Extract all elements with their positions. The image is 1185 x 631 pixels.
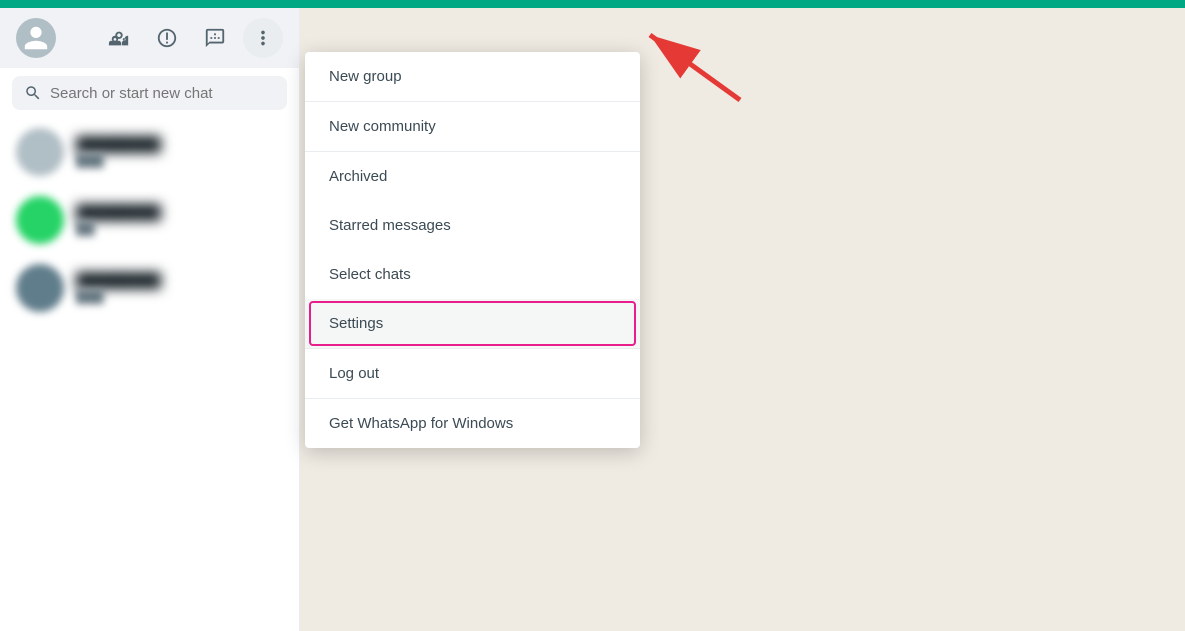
chat-name: ████████ <box>76 272 283 289</box>
top-bar <box>0 0 1185 8</box>
chat-list: ████████ ███ ████████ ██ ████████ ███ <box>0 118 299 631</box>
chat-preview: ██ <box>76 221 283 236</box>
search-bar <box>0 68 299 118</box>
chat-preview: ███ <box>76 289 283 304</box>
search-icon <box>24 84 42 102</box>
search-input[interactable] <box>50 85 275 102</box>
list-item[interactable]: ████████ ███ <box>0 254 299 322</box>
menu-item-new-community[interactable]: New community <box>305 102 640 151</box>
chat-info: ████████ ███ <box>76 272 283 304</box>
status-icon-button[interactable] <box>147 18 187 58</box>
sidebar-header <box>0 8 299 68</box>
chat-name: ████████ <box>76 136 283 153</box>
menu-item-log-out[interactable]: Log out <box>305 349 640 398</box>
menu-item-select-chats[interactable]: Select chats <box>305 250 640 299</box>
avatar[interactable] <box>16 18 56 58</box>
more-options-button[interactable] <box>243 18 283 58</box>
menu-item-archived[interactable]: Archived <box>305 152 640 201</box>
chat-preview: ███ <box>76 153 283 168</box>
dropdown-menu: New group New community Archived Starred… <box>305 52 640 448</box>
search-wrapper[interactable] <box>12 76 287 110</box>
chat-name: ████████ <box>76 204 283 221</box>
menu-item-settings[interactable]: Settings <box>305 299 640 348</box>
chat-info: ████████ ███ <box>76 136 283 168</box>
list-item[interactable]: ████████ ███ <box>0 118 299 186</box>
new-chat-icon-button[interactable] <box>195 18 235 58</box>
communities-icon-button[interactable] <box>99 18 139 58</box>
chat-avatar <box>16 128 64 176</box>
chat-info: ████████ ██ <box>76 204 283 236</box>
chat-avatar <box>16 196 64 244</box>
chat-avatar <box>16 264 64 312</box>
sidebar: ████████ ███ ████████ ██ ████████ ███ <box>0 8 300 631</box>
list-item[interactable]: ████████ ██ <box>0 186 299 254</box>
header-icons <box>99 18 283 58</box>
menu-item-get-whatsapp-windows[interactable]: Get WhatsApp for Windows <box>305 399 640 448</box>
menu-item-new-group[interactable]: New group <box>305 52 640 101</box>
menu-item-starred-messages[interactable]: Starred messages <box>305 201 640 250</box>
